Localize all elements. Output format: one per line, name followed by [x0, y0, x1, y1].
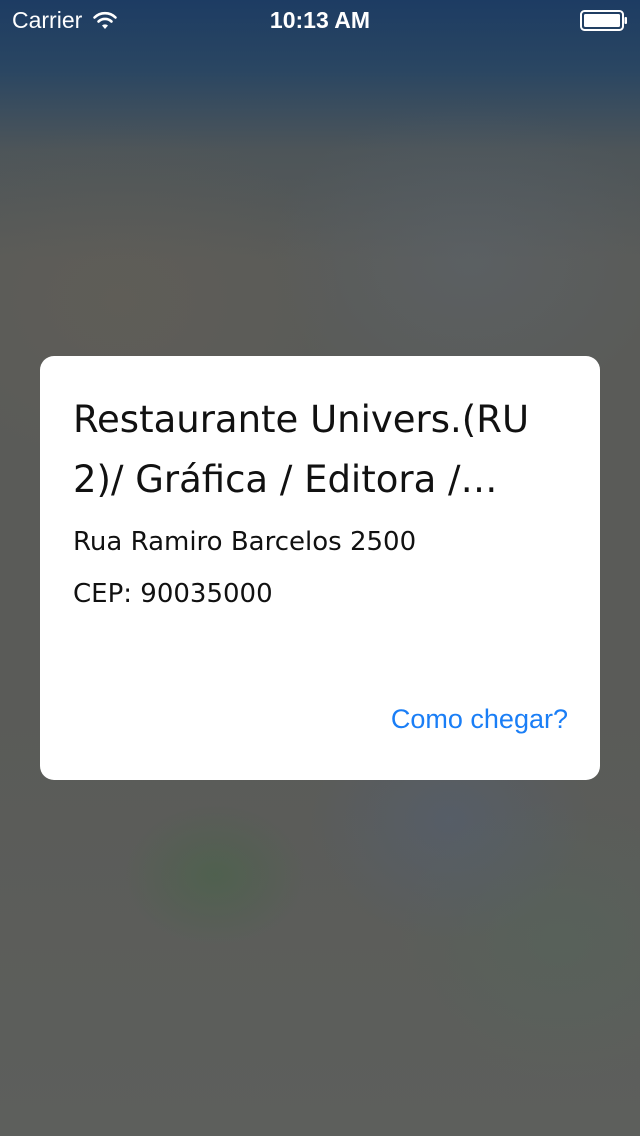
battery-icon: [580, 10, 627, 31]
status-time: 10:13 AM: [269, 7, 371, 33]
directions-button[interactable]: Como chegar?: [391, 704, 568, 735]
place-postal-code: CEP: 90035000: [73, 579, 273, 609]
place-address: Rua Ramiro Barcelos 2500: [73, 527, 417, 557]
place-title: Restaurante Univers.(RU 2)/ Gráfica / Ed…: [73, 390, 573, 510]
location-dialog: Restaurante Univers.(RU 2)/ Gráfica / Ed…: [40, 356, 600, 780]
place-title-line-2: 2)/ Gráfica / Editora /…: [73, 458, 498, 501]
status-bar: Carrier 10:13 AM: [0, 0, 640, 40]
place-title-line-1: Restaurante Univers.(RU: [73, 398, 530, 441]
